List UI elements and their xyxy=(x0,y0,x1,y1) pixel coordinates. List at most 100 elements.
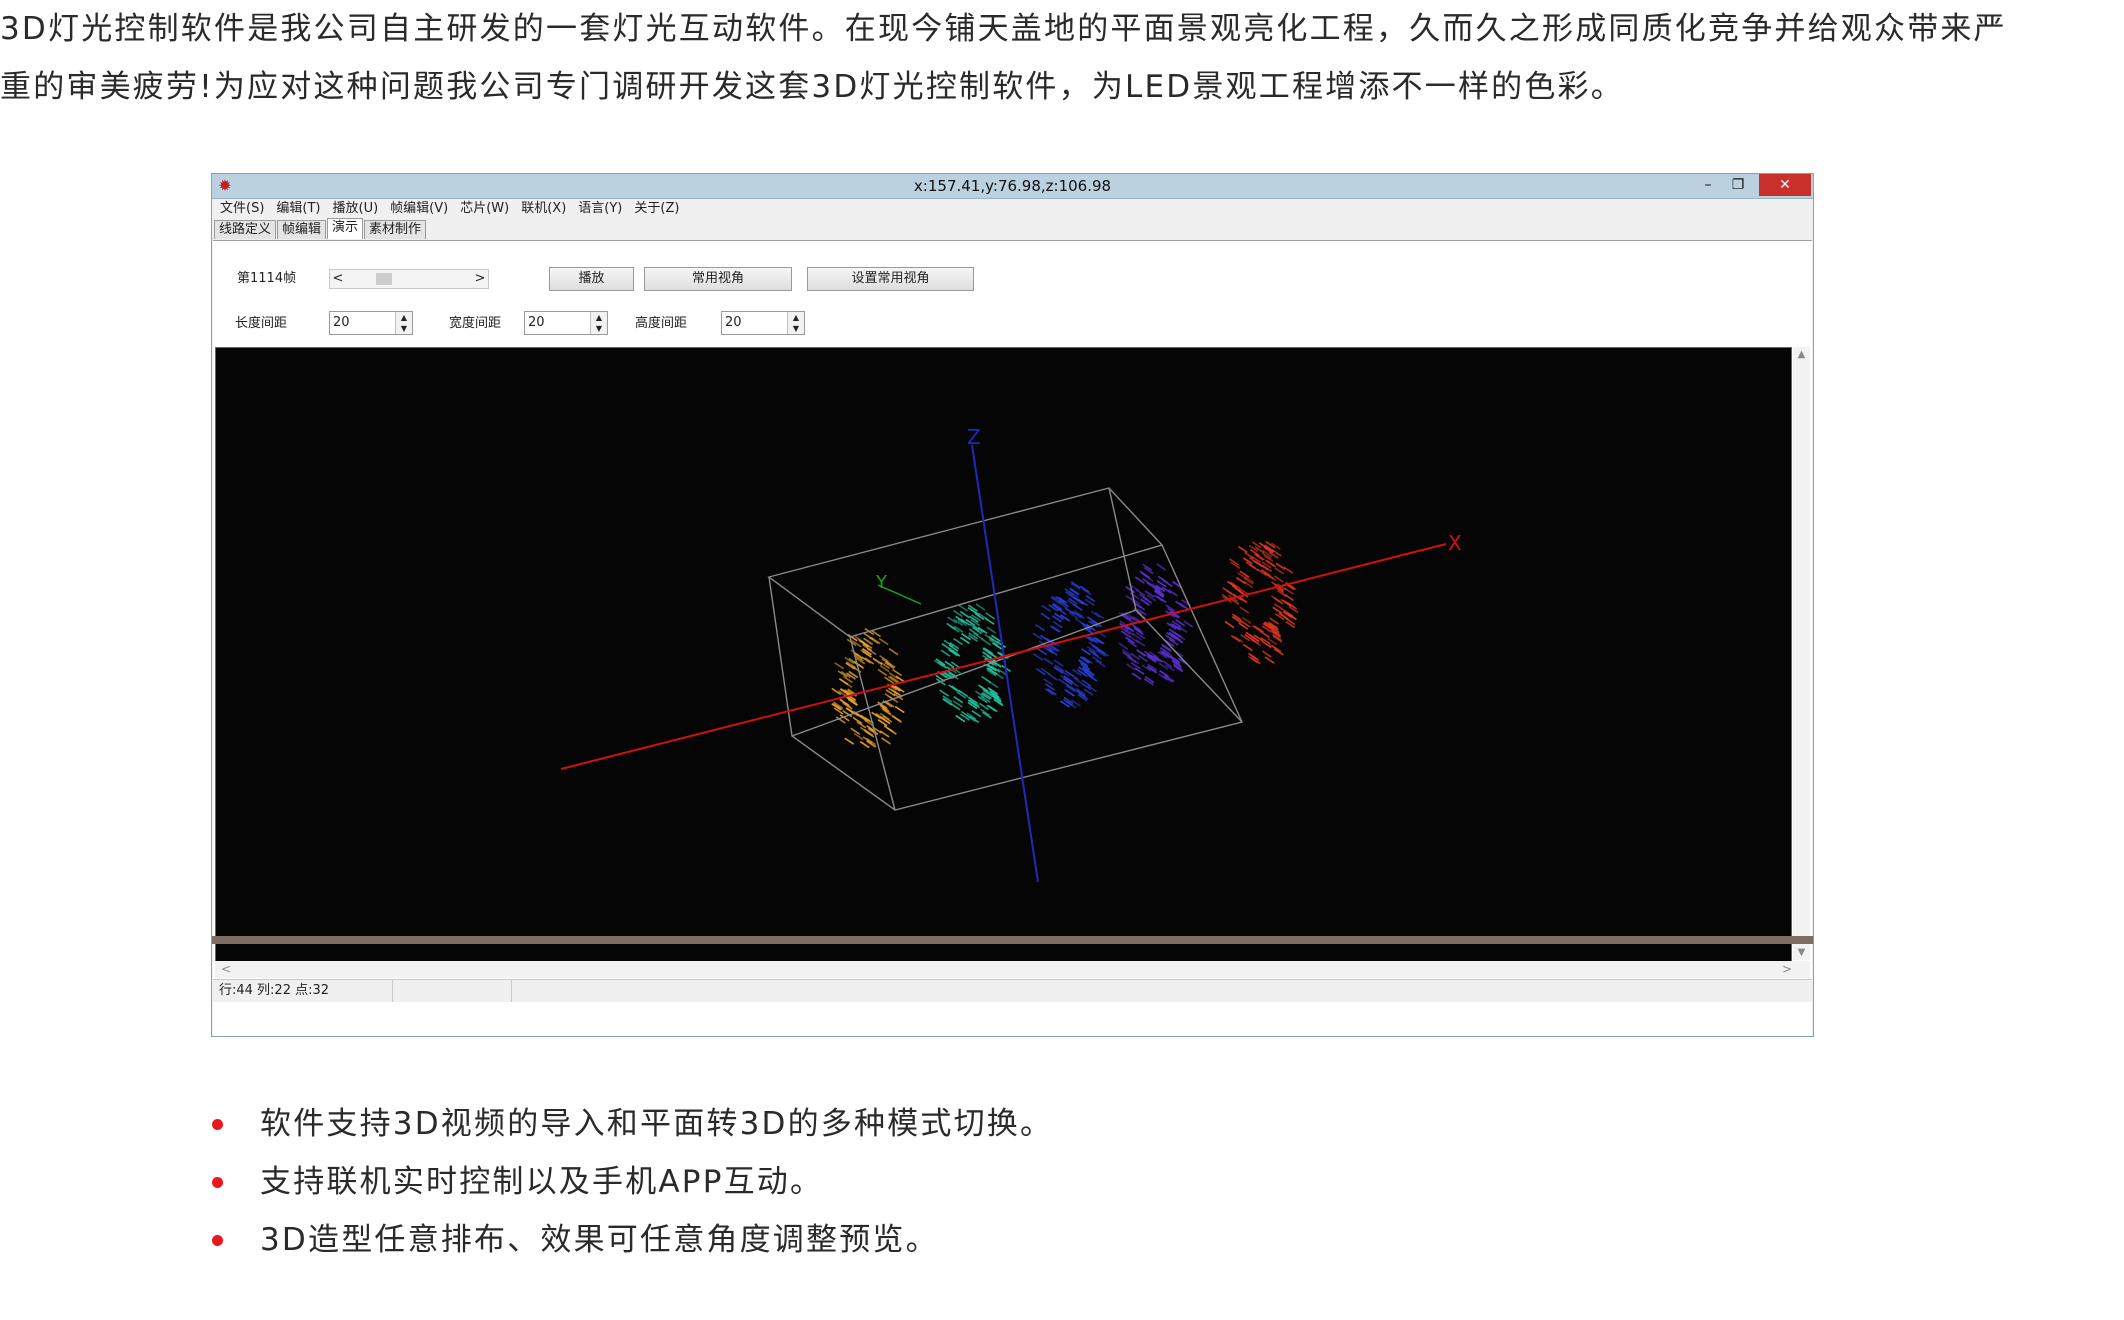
scroll-right-arrow[interactable]: > xyxy=(1782,961,1792,978)
led-dash xyxy=(1081,587,1092,596)
menu-chip[interactable]: 芯片(W) xyxy=(454,199,515,219)
feature-text: 3D造型任意排布、效果可任意角度调整预览。 xyxy=(260,1222,939,1258)
led-dash xyxy=(1131,672,1142,680)
common-view-button[interactable]: 常用视角 xyxy=(644,267,792,291)
bounding-box xyxy=(767,487,1243,811)
led-dash xyxy=(870,636,881,645)
frame-prev-arrow[interactable]: < xyxy=(330,270,346,288)
menu-language[interactable]: 语言(Y) xyxy=(572,199,628,219)
led-ring xyxy=(1032,581,1109,709)
led-dash xyxy=(1079,585,1090,593)
led-dash xyxy=(1224,620,1235,629)
led-dash xyxy=(1035,623,1045,632)
frame-slider-thumb[interactable] xyxy=(376,273,392,285)
z-axis-label: Z xyxy=(967,425,981,449)
led-dash xyxy=(1239,606,1250,614)
led-dash xyxy=(1051,625,1062,633)
height-spacing-value[interactable]: 20 xyxy=(725,312,742,334)
app-window: ✹ x:157.41,y:76.98,z:106.98 – ❐ ✕ 文件(S) 编… xyxy=(211,173,1814,1037)
height-spacing-stepper[interactable]: 20 ▲ ▼ xyxy=(721,311,805,335)
tab-demo[interactable]: 演示 xyxy=(327,218,364,239)
led-ring xyxy=(831,627,906,749)
3d-scene: X Y Z xyxy=(560,425,1462,883)
window-title: x:157.41,y:76.98,z:106.98 xyxy=(913,177,1112,195)
bullet-dot-icon xyxy=(212,1119,223,1130)
led-dash xyxy=(877,668,888,677)
led-dash xyxy=(1264,656,1275,664)
viewport-horizontal-scrollbar[interactable]: < > xyxy=(215,961,1810,978)
led-dash xyxy=(971,710,982,718)
led-dash xyxy=(1253,625,1264,633)
taskbar-strip xyxy=(212,936,1813,944)
3d-viewport[interactable]: X Y Z xyxy=(215,347,1792,962)
led-dash xyxy=(1237,545,1248,554)
bullet-dot-icon xyxy=(212,1235,223,1246)
led-dash xyxy=(979,702,989,711)
length-spacing-stepper[interactable]: 20 ▲ ▼ xyxy=(329,311,413,335)
intro-line-2: 重的审美疲劳!为应对这种问题我公司专门调研开发这套3D灯光控制软件，为LED景观… xyxy=(0,69,1624,105)
menu-about[interactable]: 关于(Z) xyxy=(628,199,685,219)
width-spacing-stepper[interactable]: 20 ▲ ▼ xyxy=(524,311,608,335)
led-dash xyxy=(1033,653,1044,661)
led-dash xyxy=(950,649,961,657)
status-cell-empty xyxy=(393,980,512,1002)
minimize-button[interactable]: – xyxy=(1693,174,1723,196)
menu-play[interactable]: 播放(U) xyxy=(327,199,385,219)
length-spacing-value[interactable]: 20 xyxy=(333,312,350,334)
led-dash xyxy=(1248,563,1259,572)
led-dash xyxy=(1283,566,1294,574)
led-dash xyxy=(1156,595,1167,604)
scroll-down-arrow[interactable]: ▼ xyxy=(1793,947,1810,958)
menu-online[interactable]: 联机(X) xyxy=(515,199,572,219)
spin-arrows-icon[interactable]: ▲ ▼ xyxy=(787,312,804,334)
close-button[interactable]: ✕ xyxy=(1759,174,1811,196)
led-dash xyxy=(1156,563,1166,571)
frame-slider[interactable]: < > xyxy=(329,269,489,289)
viewport-vertical-scrollbar[interactable]: ▲ ▼ xyxy=(1793,347,1810,960)
set-common-view-button[interactable]: 设置常用视角 xyxy=(807,267,974,291)
led-dash xyxy=(1138,654,1149,663)
led-ring xyxy=(1221,541,1299,665)
frame-next-arrow[interactable]: > xyxy=(472,270,488,288)
tab-material[interactable]: 素材制作 xyxy=(364,220,427,239)
led-dash xyxy=(1261,650,1272,658)
led-dash xyxy=(1041,604,1052,612)
led-dash xyxy=(894,705,905,714)
led-dash xyxy=(883,725,894,733)
frame-label: 第1114帧 xyxy=(237,271,297,286)
led-dash xyxy=(1037,647,1047,656)
led-dash xyxy=(892,668,903,677)
led-dash xyxy=(1136,649,1147,657)
tab-frame-edit[interactable]: 帧编辑 xyxy=(277,220,327,239)
feature-item: 软件支持3D视频的导入和平面转3D的多种模式切换。 xyxy=(210,1095,1053,1153)
led-dash xyxy=(939,689,950,697)
led-dash xyxy=(1049,625,1060,633)
led-dash xyxy=(1260,630,1271,639)
play-button[interactable]: 播放 xyxy=(549,267,634,291)
status-bar: 行:44 列:22 点:32 xyxy=(213,979,1812,1002)
feature-item: 3D造型任意排布、效果可任意角度调整预览。 xyxy=(210,1211,1053,1269)
led-rings xyxy=(831,541,1299,749)
led-dash xyxy=(1251,625,1262,633)
demo-panel: 第1114帧 < > 播放 常用视角 设置常用视角 长度间距 20 ▲ ▼ 宽度间… xyxy=(213,240,1812,1036)
led-dash xyxy=(1118,642,1129,650)
led-dash xyxy=(1052,621,1063,629)
led-dash xyxy=(1175,600,1186,609)
spin-arrows-icon[interactable]: ▲ ▼ xyxy=(590,312,607,334)
width-spacing-value[interactable]: 20 xyxy=(528,312,545,334)
led-dash xyxy=(1255,553,1266,561)
led-dash xyxy=(1183,620,1194,628)
scroll-up-arrow[interactable]: ▲ xyxy=(1793,349,1810,360)
menu-frame-edit[interactable]: 帧编辑(V) xyxy=(384,199,454,219)
tab-line-definition[interactable]: 线路定义 xyxy=(214,220,277,239)
menu-file[interactable]: 文件(S) xyxy=(214,199,270,219)
led-dash xyxy=(953,637,964,646)
led-dash xyxy=(951,685,962,693)
feature-list: 软件支持3D视频的导入和平面转3D的多种模式切换。 支持联机实时控制以及手机AP… xyxy=(210,1095,1053,1269)
spin-arrows-icon[interactable]: ▲ ▼ xyxy=(395,312,412,334)
scroll-left-arrow[interactable]: < xyxy=(221,961,231,978)
restore-button[interactable]: ❐ xyxy=(1723,174,1753,196)
menu-edit[interactable]: 编辑(T) xyxy=(270,199,326,219)
y-axis-label: Y xyxy=(875,572,888,593)
led-dash xyxy=(1043,657,1054,665)
